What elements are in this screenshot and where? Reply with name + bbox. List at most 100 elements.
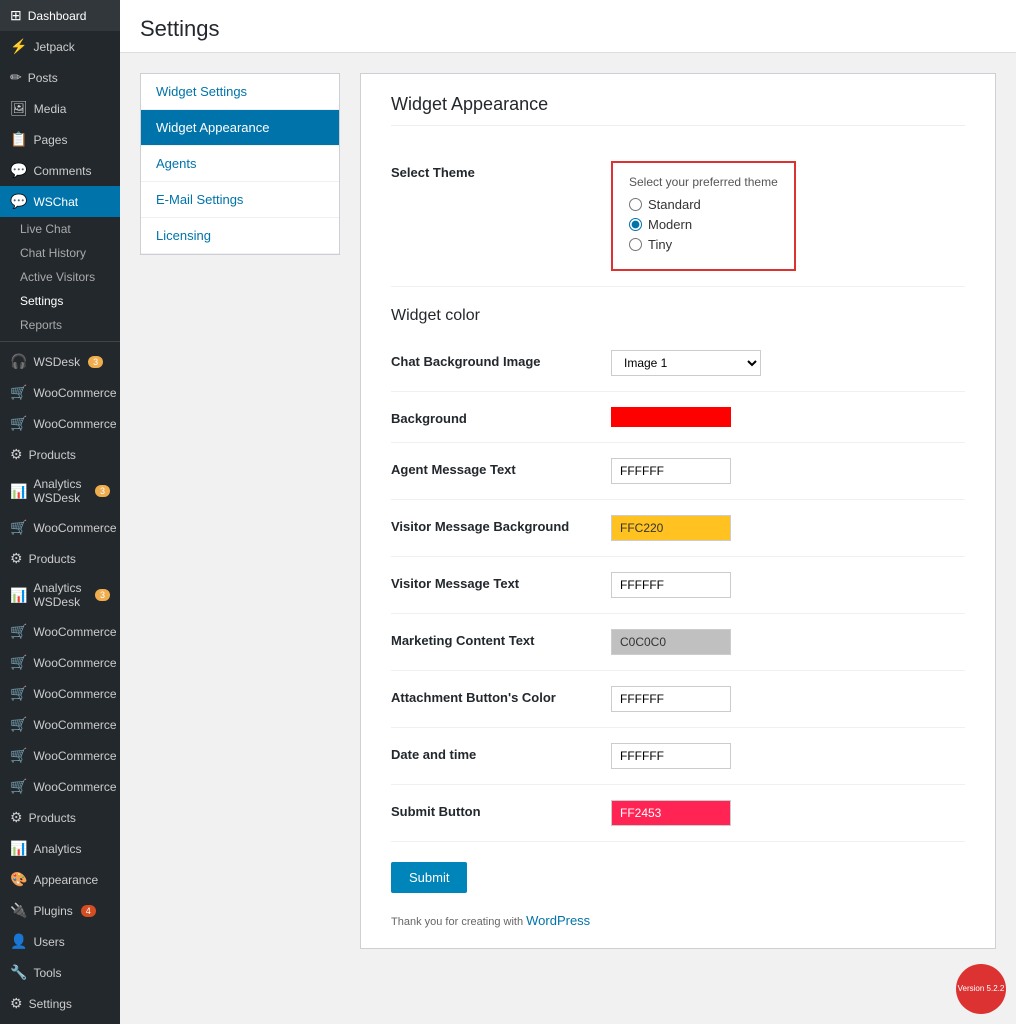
page-title: Settings xyxy=(140,16,996,42)
sidebar-item-tools[interactable]: 🔧 Tools xyxy=(0,957,120,988)
date-and-time-label: Date and time xyxy=(391,743,591,762)
theme-control: Select your preferred theme Standard Mod… xyxy=(611,161,965,271)
sidebar-item-woocommerce-8[interactable]: 🛒 WooCommerce xyxy=(0,740,120,771)
theme-selector-box: Select your preferred theme Standard Mod… xyxy=(611,161,796,271)
sidebar-label-products-2: Products xyxy=(29,552,76,566)
sidebar-item-woocommerce-7[interactable]: 🛒 WooCommerce xyxy=(0,709,120,740)
sidebar-item-plugins[interactable]: 🔌 Plugins 4 xyxy=(0,895,120,926)
sidebar-label-woocommerce-5: WooCommerce xyxy=(33,656,116,670)
reports-label: Reports xyxy=(20,318,62,332)
settings-nav: Widget Settings Widget Appearance Agents… xyxy=(140,73,340,255)
sidebar-sub-active-visitors[interactable]: Active Visitors xyxy=(0,265,120,289)
footer-area: Thank you for creating with WordPress xyxy=(391,913,965,928)
woocommerce-icon-9: 🛒 xyxy=(10,778,27,795)
sidebar-item-settings-main[interactable]: ⚙ Settings xyxy=(0,988,120,1019)
theme-standard-label: Standard xyxy=(648,197,701,212)
live-chat-label: Live Chat xyxy=(20,222,71,236)
woocommerce-icon-1: 🛒 xyxy=(10,384,27,401)
sidebar-label-woocommerce-6: WooCommerce xyxy=(33,687,116,701)
products-icon-2: ⚙ xyxy=(10,550,23,567)
theme-option-modern[interactable]: Modern xyxy=(629,217,778,232)
sidebar-label-products-3: Products xyxy=(29,811,76,825)
sidebar-sub-live-chat[interactable]: Live Chat xyxy=(0,217,120,241)
sidebar-label-woocommerce-4: WooCommerce xyxy=(33,625,116,639)
products-icon-1: ⚙ xyxy=(10,446,23,463)
sidebar-item-woocommerce-1[interactable]: 🛒 WooCommerce xyxy=(0,377,120,408)
settings-main-icon: ⚙ xyxy=(10,995,23,1012)
visitor-message-bg-row: Visitor Message Background xyxy=(391,500,965,557)
sidebar-item-woocommerce-9[interactable]: 🛒 WooCommerce xyxy=(0,771,120,802)
sidebar-item-collapse[interactable]: ◀ Collapse menu xyxy=(0,1019,120,1024)
attachment-button-color-input[interactable] xyxy=(611,686,731,712)
agent-message-text-control xyxy=(611,458,965,484)
visitor-message-text-input[interactable] xyxy=(611,572,731,598)
submit-button-color-input[interactable] xyxy=(611,800,731,826)
sidebar-item-wschat[interactable]: 💬 WSChat xyxy=(0,186,120,217)
theme-option-tiny[interactable]: Tiny xyxy=(629,237,778,252)
sidebar-label-woocommerce-7: WooCommerce xyxy=(33,718,116,732)
sidebar-item-products-2[interactable]: ⚙ Products xyxy=(0,543,120,574)
agent-message-text-input[interactable] xyxy=(611,458,731,484)
sidebar-label-jetpack: Jetpack xyxy=(33,40,74,54)
sidebar-item-dashboard[interactable]: ⊞ Dashboard xyxy=(0,0,120,31)
sidebar-item-products-3[interactable]: ⚙ Products xyxy=(0,802,120,833)
sidebar-item-appearance[interactable]: 🎨 Appearance xyxy=(0,864,120,895)
sidebar-item-woocommerce-6[interactable]: 🛒 WooCommerce xyxy=(0,678,120,709)
chat-bg-image-select[interactable]: Image 1 Image 2 Image 3 xyxy=(611,350,761,376)
woocommerce-icon-5: 🛒 xyxy=(10,654,27,671)
sidebar-sub-settings[interactable]: Settings xyxy=(0,289,120,313)
sidebar-item-users[interactable]: 👤 Users xyxy=(0,926,120,957)
settings-nav-agents[interactable]: Agents xyxy=(141,146,339,182)
sidebar-item-analytics-wsdesk-1[interactable]: 📊 Analytics WSDesk 3 xyxy=(0,470,120,512)
sidebar-item-wsdesk[interactable]: 🎧 WSDesk 3 xyxy=(0,346,120,377)
sidebar-item-analytics-2[interactable]: 📊 Analytics xyxy=(0,833,120,864)
chat-bg-image-control: Image 1 Image 2 Image 3 xyxy=(611,350,965,376)
sidebar-item-posts[interactable]: ✏ Posts xyxy=(0,62,120,93)
settings-nav-email-settings[interactable]: E-Mail Settings xyxy=(141,182,339,218)
theme-option-standard[interactable]: Standard xyxy=(629,197,778,212)
main-content: Settings Widget Settings Widget Appearan… xyxy=(120,0,1016,1024)
visitor-message-bg-input[interactable] xyxy=(611,515,731,541)
background-color-swatch[interactable] xyxy=(611,407,731,427)
sidebar-sub-reports[interactable]: Reports xyxy=(0,313,120,337)
visitor-message-bg-label: Visitor Message Background xyxy=(391,515,591,534)
sidebar-item-woocommerce-5[interactable]: 🛒 WooCommerce xyxy=(0,647,120,678)
widget-appearance-title: Widget Appearance xyxy=(391,94,965,126)
marketing-content-text-input[interactable] xyxy=(611,629,731,655)
sidebar-label-analytics-wsdesk-2: Analytics WSDesk xyxy=(33,581,87,609)
sidebar-label-settings-main: Settings xyxy=(29,997,72,1011)
analytics-wsdesk-badge-1: 3 xyxy=(95,485,110,497)
settings-sub-label: Settings xyxy=(20,294,63,308)
settings-nav-widget-appearance[interactable]: Widget Appearance xyxy=(141,110,339,146)
visitor-message-text-label: Visitor Message Text xyxy=(391,572,591,591)
theme-radio-modern[interactable] xyxy=(629,218,642,231)
theme-radio-standard[interactable] xyxy=(629,198,642,211)
sidebar-label-posts: Posts xyxy=(28,71,58,85)
sidebar-label-wsdesk: WSDesk xyxy=(33,355,80,369)
appearance-icon: 🎨 xyxy=(10,871,27,888)
background-label: Background xyxy=(391,407,591,426)
submit-button[interactable]: Submit xyxy=(391,862,467,893)
sidebar-label-woocommerce-3: WooCommerce xyxy=(33,521,116,535)
sidebar-sub-chat-history[interactable]: Chat History xyxy=(0,241,120,265)
sidebar-item-jetpack[interactable]: ⚡ Jetpack xyxy=(0,31,120,62)
sidebar-item-analytics-wsdesk-2[interactable]: 📊 Analytics WSDesk 3 xyxy=(0,574,120,616)
date-and-time-control xyxy=(611,743,965,769)
sidebar-item-products-1[interactable]: ⚙ Products xyxy=(0,439,120,470)
sidebar-item-woocommerce-2[interactable]: 🛒 WooCommerce xyxy=(0,408,120,439)
settings-nav-widget-settings[interactable]: Widget Settings xyxy=(141,74,339,110)
sidebar-item-pages[interactable]: 📋 Pages xyxy=(0,124,120,155)
pages-icon: 📋 xyxy=(10,131,27,148)
settings-header: Settings xyxy=(120,0,1016,53)
wschat-icon: 💬 xyxy=(10,193,27,210)
settings-nav-licensing[interactable]: Licensing xyxy=(141,218,339,254)
footer-wordpress-link[interactable]: WordPress xyxy=(526,913,590,928)
sidebar-item-woocommerce-4[interactable]: 🛒 WooCommerce xyxy=(0,616,120,647)
settings-layout: Widget Settings Widget Appearance Agents… xyxy=(120,53,1016,969)
sidebar-item-comments[interactable]: 💬 Comments xyxy=(0,155,120,186)
sidebar-item-media[interactable]: 🖼 Media xyxy=(0,93,120,124)
posts-icon: ✏ xyxy=(10,69,22,86)
theme-radio-tiny[interactable] xyxy=(629,238,642,251)
sidebar-item-woocommerce-3[interactable]: 🛒 WooCommerce xyxy=(0,512,120,543)
date-and-time-input[interactable] xyxy=(611,743,731,769)
